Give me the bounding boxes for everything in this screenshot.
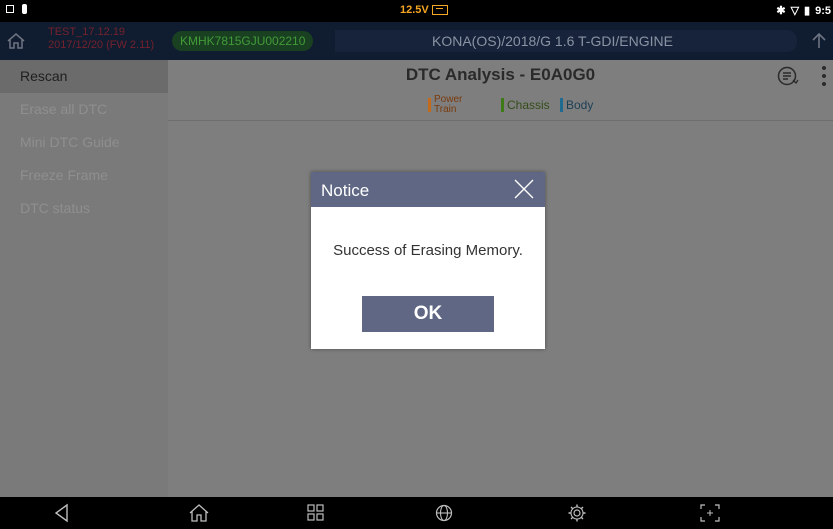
wifi-icon: ▽: [790, 5, 800, 17]
list-filter-icon[interactable]: [777, 65, 799, 87]
legend-power-train-label-2: Train: [434, 104, 457, 115]
status-left-icons: [6, 4, 27, 14]
navigation-bar: [0, 497, 833, 529]
test-info: TEST_17.12.19 2017/12/20 (FW 2.11): [48, 26, 154, 52]
legend-body: Body: [560, 98, 593, 112]
gear-icon[interactable]: [566, 503, 588, 523]
status-right-icons: ✱ ▽ ▮ 9:5: [776, 4, 831, 18]
dialog-title: Notice: [321, 181, 370, 200]
screen-capture-icon[interactable]: [699, 503, 721, 523]
home-icon[interactable]: [6, 31, 26, 51]
legend-body-label: Body: [566, 98, 594, 112]
notice-dialog: Notice Success of Erasing Memory. OK: [311, 172, 545, 349]
left-sidebar: Rescan Erase all DTC Mini DTC Guide Free…: [0, 60, 168, 497]
globe-icon[interactable]: [433, 503, 455, 523]
car-battery-icon: [431, 5, 448, 15]
test-date: 2017/12/20 (FW 2.11): [48, 39, 155, 51]
ok-button[interactable]: OK: [362, 296, 494, 332]
system-legend: Power Train Chassis Body: [168, 90, 833, 121]
test-version: TEST_17.12.19: [48, 26, 126, 38]
notification-icon: [6, 5, 14, 13]
app-header: TEST_17.12.19 2017/12/20 (FW 2.11) KMHK7…: [0, 22, 833, 60]
more-vertical-icon[interactable]: [819, 64, 829, 88]
sidebar-item-freeze-frame[interactable]: Freeze Frame: [0, 159, 168, 192]
bluetooth-icon: ✱: [776, 5, 786, 17]
grid-icon[interactable]: [305, 503, 327, 523]
voltage-indicator: 12.5V: [400, 4, 448, 16]
sidebar-item-mini-dtc-guide[interactable]: Mini DTC Guide: [0, 126, 168, 159]
status-bar: 12.5V ✱ ▽ ▮ 9:5: [0, 0, 833, 22]
sidebar-item-dtc-status[interactable]: DTC status: [0, 192, 168, 225]
home-icon[interactable]: [188, 503, 210, 523]
back-icon[interactable]: [51, 503, 73, 523]
legend-power-train: Power Train: [428, 95, 462, 115]
dialog-message: Success of Erasing Memory.: [333, 242, 523, 259]
legend-chassis: Chassis: [501, 98, 550, 112]
dialog-header: Notice: [311, 172, 545, 207]
clock-time: 9:5: [815, 4, 831, 17]
power-train-color-bar: [428, 98, 431, 112]
close-icon[interactable]: [513, 178, 535, 200]
chassis-color-bar: [501, 98, 504, 112]
voltage-value: 12.5V: [400, 4, 429, 16]
battery-icon: ▮: [804, 5, 811, 17]
legend-chassis-label: Chassis: [507, 98, 550, 112]
vin-badge: KMHK7815GJU002210: [172, 31, 314, 51]
body-color-bar: [560, 98, 563, 112]
upload-icon[interactable]: [809, 30, 829, 52]
device-icon: [22, 4, 27, 14]
page-title: DTC Analysis - E0A0G0: [405, 65, 596, 84]
sidebar-item-rescan[interactable]: Rescan: [0, 60, 168, 93]
sidebar-item-erase-all-dtc[interactable]: Erase all DTC: [0, 93, 168, 126]
vehicle-model: KONA(OS)/2018/G 1.6 T-GDI/ENGINE: [335, 30, 797, 52]
